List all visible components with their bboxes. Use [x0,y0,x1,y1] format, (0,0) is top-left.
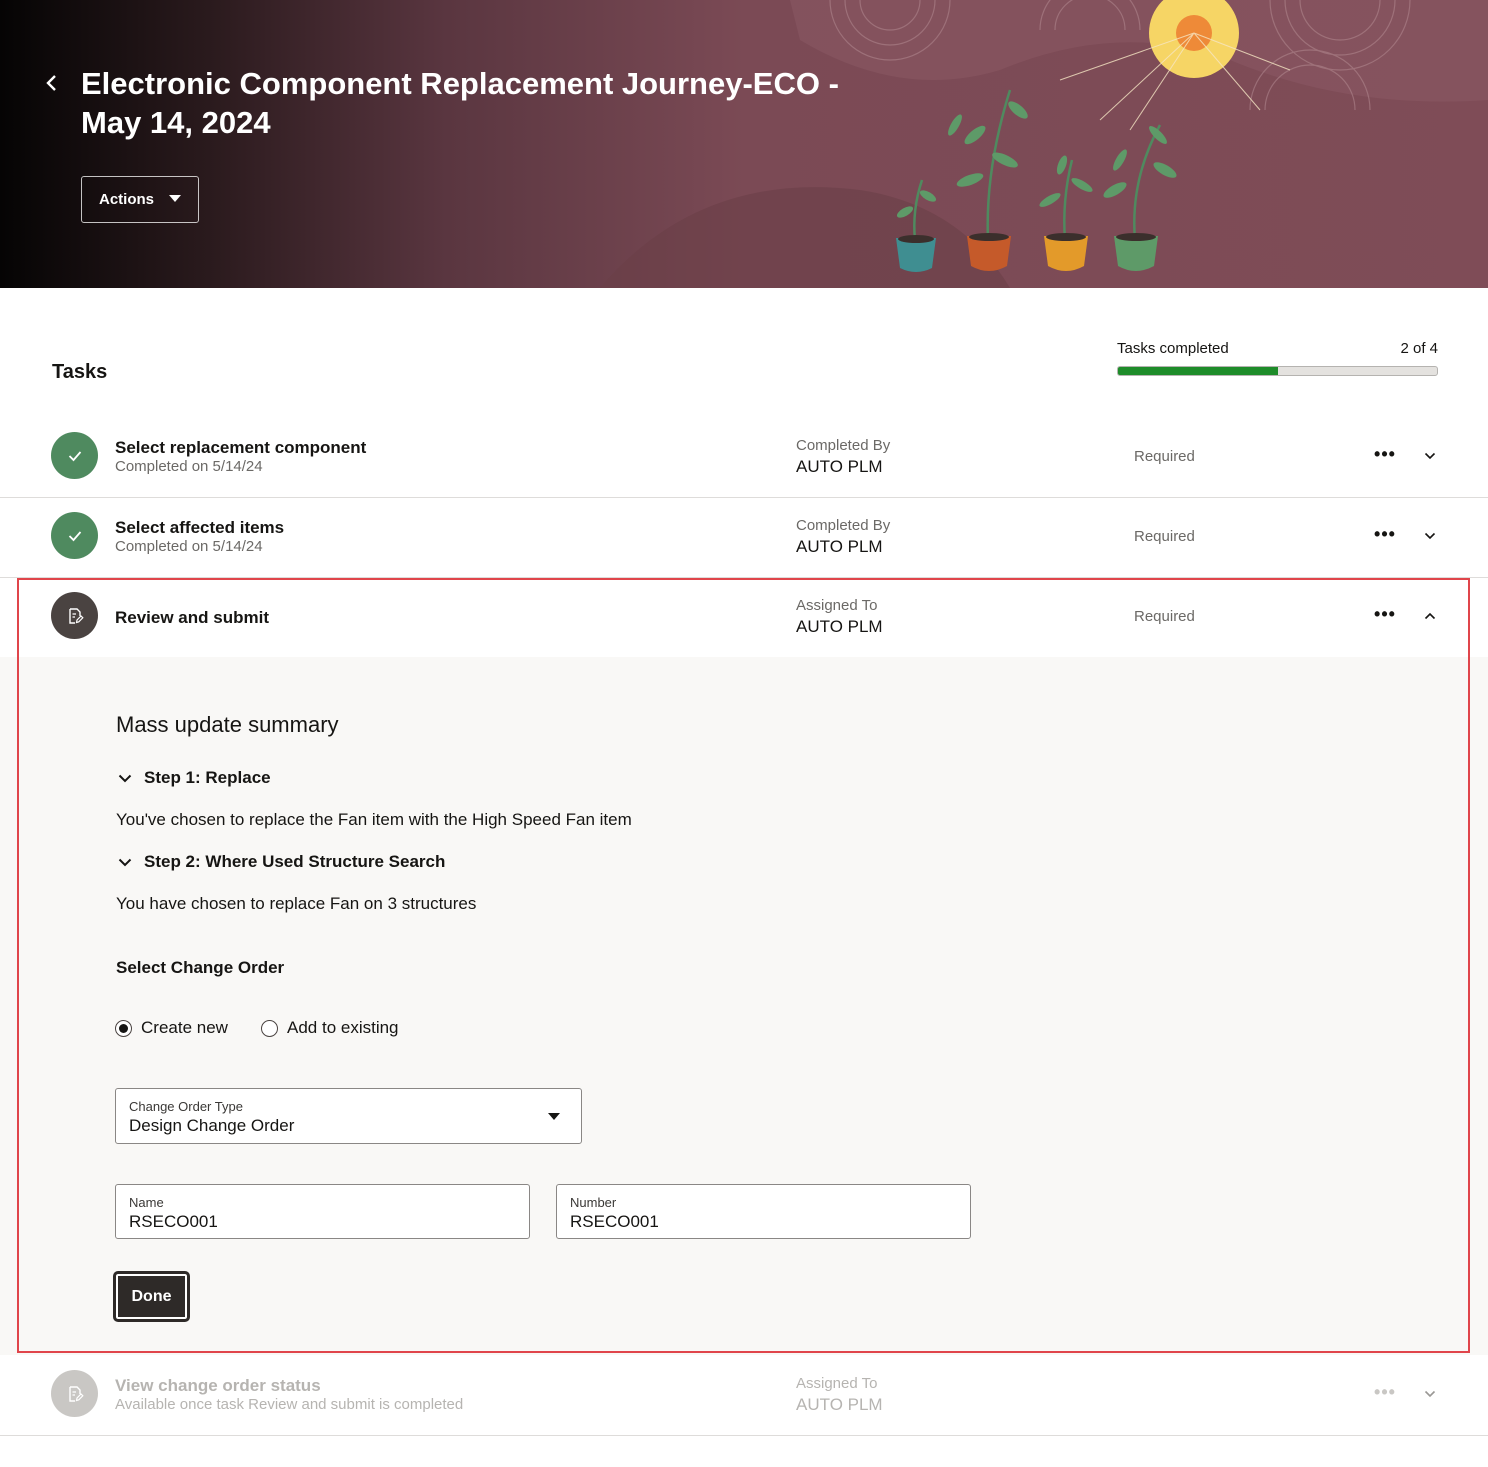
number-value[interactable]: RSECO001 [570,1212,659,1232]
radio-button-checked[interactable] [115,1019,132,1037]
task-row-disabled: View change order status Available once … [0,1356,1488,1436]
task-subtitle: Available once task Review and submit is… [115,1396,464,1413]
done-button[interactable]: Done [114,1272,189,1321]
expand-button[interactable] [1420,446,1440,466]
task-row[interactable]: Select affected items Completed on 5/14/… [0,498,1488,578]
chevron-down-icon [116,769,134,787]
task-title[interactable]: Select affected items [115,518,284,538]
step2-label: Step 2: Where Used Structure Search [144,852,446,871]
required-label: Required [1134,608,1195,625]
page-title: Electronic Component Replacement Journey… [81,66,839,140]
assignee-value: AUTO PLM [796,1395,883,1414]
number-field[interactable]: Number RSECO001 [556,1184,971,1239]
task-title: View change order status [115,1376,321,1395]
radio-button[interactable] [261,1019,278,1037]
more-horizontal-icon: ••• [1374,523,1396,544]
step1-toggle[interactable]: Step 1: Replace [116,768,271,788]
progress-bar [1117,366,1438,376]
caret-down-icon [548,1113,560,1120]
step1-label: Step 1: Replace [144,768,271,787]
assignee-label: Completed By [796,437,891,454]
number-label: Number [570,1195,617,1210]
assignee-value: AUTO PLM [796,617,883,636]
radio-create-label: Create new [141,1018,228,1037]
step2-toggle[interactable]: Step 2: Where Used Structure Search [116,852,445,872]
change-order-type-select[interactable]: Change Order Type Design Change Order [115,1088,582,1144]
document-edit-icon [68,607,84,624]
task-title[interactable]: Review and submit [115,608,269,628]
task-row-active[interactable]: Review and submit Assigned To AUTO PLM R… [0,578,1488,658]
collapse-button[interactable] [1420,606,1440,626]
assignee-label: Completed By [796,517,891,534]
assignee-value: AUTO PLM [796,537,883,556]
review-panel [0,657,1488,1355]
chevron-down-icon [1424,532,1436,540]
more-horizontal-icon: ••• [1374,603,1396,624]
header-banner: Electronic Component Replacement Journey… [0,0,1488,288]
actions-label: Actions [99,191,155,208]
progress-fill [1118,367,1278,375]
chevron-down-icon [1424,452,1436,460]
name-field[interactable]: Name RSECO001 [115,1184,530,1239]
task-title[interactable]: Select replacement component [115,438,366,458]
actions-menu-button[interactable]: Actions [81,176,199,223]
banner-illustration [600,0,1488,288]
check-icon [68,530,81,541]
check-icon [68,450,81,461]
task-status-icon [51,432,98,479]
back-button[interactable] [38,68,64,98]
task-status-icon [51,1370,98,1417]
radio-create-new[interactable]: Create new [115,1018,228,1038]
chevron-up-icon [1424,612,1436,620]
task-status-icon [51,592,98,639]
task-subtitle: Completed on 5/14/24 [115,538,263,555]
step1-text: You've chosen to replace the Fan item wi… [116,810,632,829]
document-edit-icon [68,1385,84,1402]
step2-text: You have chosen to replace Fan on 3 stru… [116,894,477,913]
expand-button[interactable] [1420,526,1440,546]
task-status-icon [51,512,98,559]
task-subtitle: Completed on 5/14/24 [115,458,263,475]
radio-existing-label: Add to existing [287,1018,399,1037]
progress-count: 2 of 4 [1400,340,1438,357]
radio-add-existing[interactable]: Add to existing [261,1018,399,1038]
name-label: Name [129,1195,164,1210]
required-label: Required [1134,448,1195,465]
task-row[interactable]: Select replacement component Completed o… [0,418,1488,498]
change-order-type-label: Change Order Type [129,1099,243,1114]
chevron-down-icon [1424,1390,1436,1398]
chevron-left-icon [46,75,56,91]
assignee-label: Assigned To [796,597,878,614]
more-options-button[interactable]: ••• [1372,604,1398,624]
more-horizontal-icon: ••• [1374,1381,1396,1402]
mass-update-title: Mass update summary [116,712,339,737]
name-value[interactable]: RSECO001 [129,1212,218,1232]
caret-down-icon [169,195,181,202]
tasks-heading: Tasks [52,361,108,383]
expand-button[interactable] [1420,1384,1440,1404]
more-options-button[interactable]: ••• [1372,1382,1398,1402]
assignee-value: AUTO PLM [796,457,883,476]
select-change-order-title: Select Change Order [116,958,285,977]
change-order-type-value: Design Change Order [129,1116,295,1135]
required-label: Required [1134,528,1195,545]
more-horizontal-icon: ••• [1374,443,1396,464]
more-options-button[interactable]: ••• [1372,444,1398,464]
progress-label: Tasks completed [1117,340,1229,357]
assignee-label: Assigned To [796,1375,878,1392]
more-options-button[interactable]: ••• [1372,524,1398,544]
chevron-down-icon [116,853,134,871]
